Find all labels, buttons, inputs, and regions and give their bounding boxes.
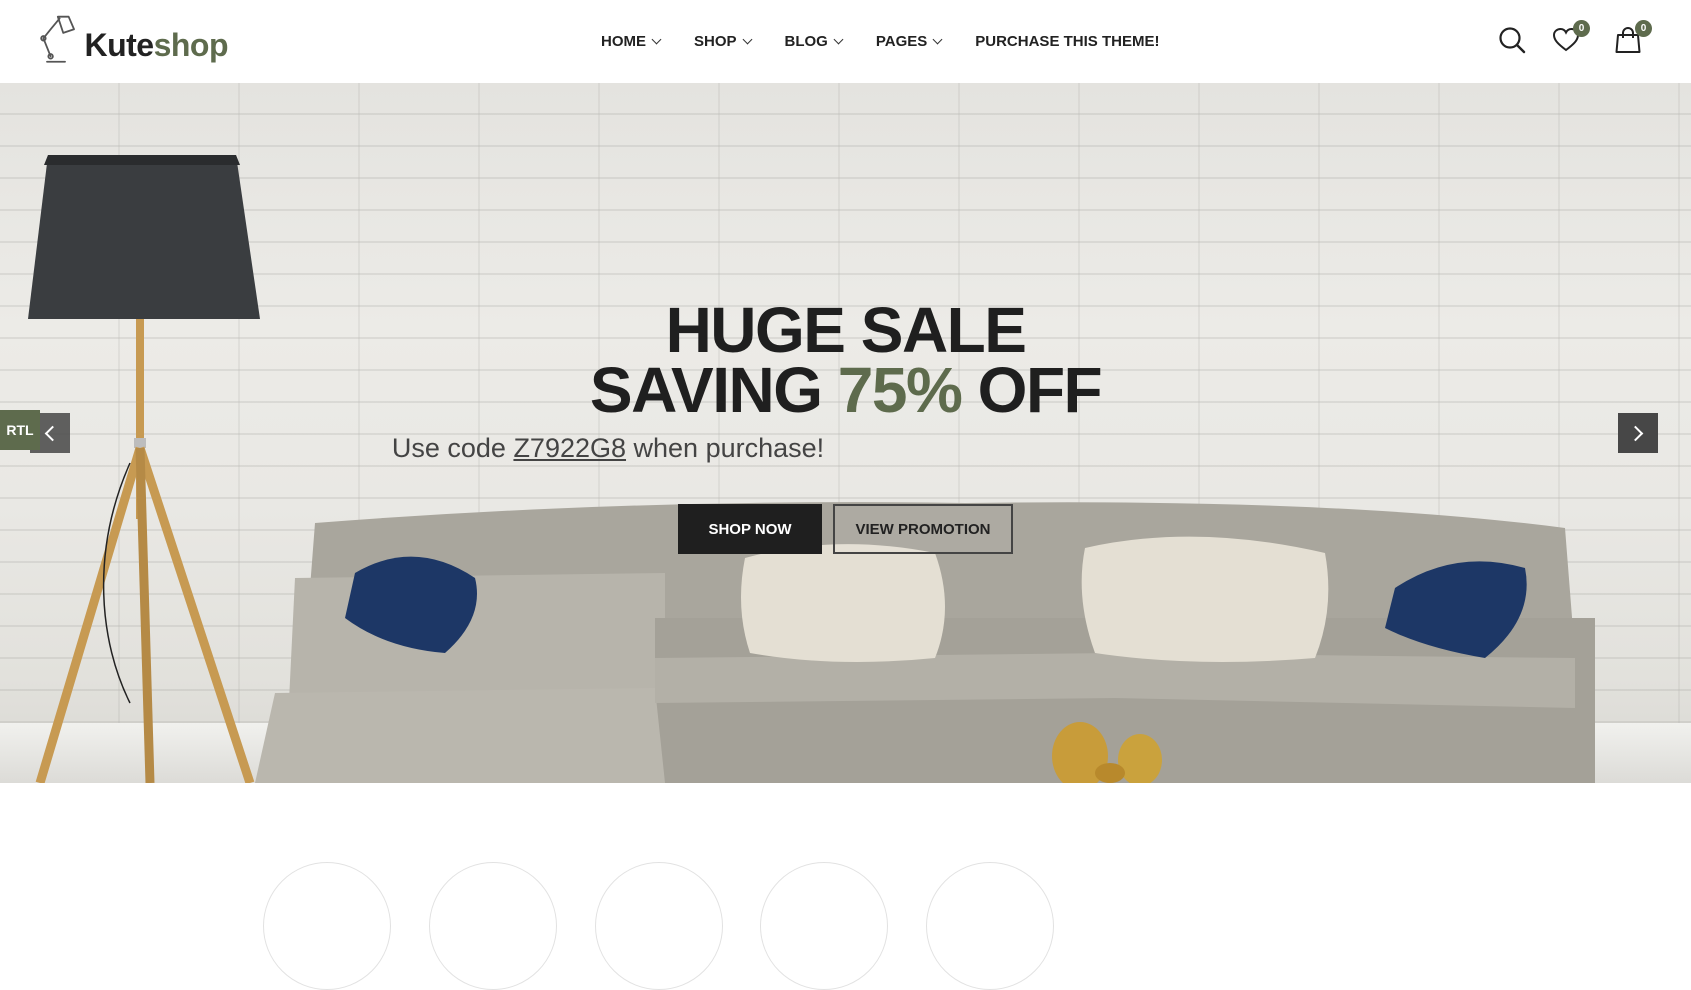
discount-percent: 75%	[837, 354, 963, 426]
cart-button[interactable]: 0	[1612, 20, 1652, 56]
category-circle[interactable]	[429, 862, 557, 990]
logo[interactable]: Kuteshop	[38, 10, 229, 72]
slider-next-button[interactable]	[1618, 413, 1658, 453]
nav-item-pages[interactable]: PAGES	[876, 33, 943, 50]
search-icon	[1499, 27, 1526, 54]
category-circles	[263, 862, 1163, 990]
nav-item-shop[interactable]: SHOP	[694, 33, 752, 50]
main-nav: HOME SHOP BLOG PAGES PURCHASE THIS THEME…	[601, 30, 1193, 52]
promo-code[interactable]: Z7922G8	[513, 433, 626, 463]
search-button[interactable]	[1496, 24, 1528, 56]
wishlist-button[interactable]: 0	[1550, 20, 1590, 56]
rtl-toggle[interactable]: RTL	[0, 410, 40, 450]
category-circle[interactable]	[926, 862, 1054, 990]
hero-title-line2: SAVING 75% OFF	[589, 354, 1103, 426]
category-circle[interactable]	[760, 862, 888, 990]
view-promotion-button[interactable]: VIEW PROMOTION	[833, 504, 1013, 554]
shop-now-button[interactable]: SHOP NOW	[678, 504, 822, 554]
chevron-down-icon	[833, 34, 844, 44]
nav-item-blog[interactable]: BLOG	[785, 33, 844, 50]
chevron-down-icon	[651, 34, 662, 44]
chevron-down-icon	[742, 34, 752, 44]
chevron-right-icon	[1627, 425, 1644, 441]
category-circle[interactable]	[595, 862, 723, 990]
chevron-left-icon	[44, 425, 61, 441]
category-circle[interactable]	[263, 862, 391, 990]
hero-title-line1: HUGE SALE	[665, 294, 1027, 366]
nav-item-purchase[interactable]: PURCHASE THIS THEME!	[975, 33, 1159, 50]
hero-subtitle: Use code Z7922G8 when purchase!	[391, 433, 825, 463]
logo-text: Kuteshop	[84, 26, 228, 63]
cart-count-badge: 0	[1635, 20, 1652, 37]
hero-slider: HUGE SALE SAVING 75% OFF Use code Z7922G…	[0, 83, 1691, 783]
lamp-logo-icon	[40, 15, 75, 63]
site-header: Kuteshop HOME SHOP BLOG PAGES PURCHASE T…	[0, 0, 1691, 83]
wishlist-count-badge: 0	[1573, 20, 1590, 37]
nav-item-home[interactable]: HOME	[601, 33, 662, 50]
chevron-down-icon	[932, 34, 943, 44]
